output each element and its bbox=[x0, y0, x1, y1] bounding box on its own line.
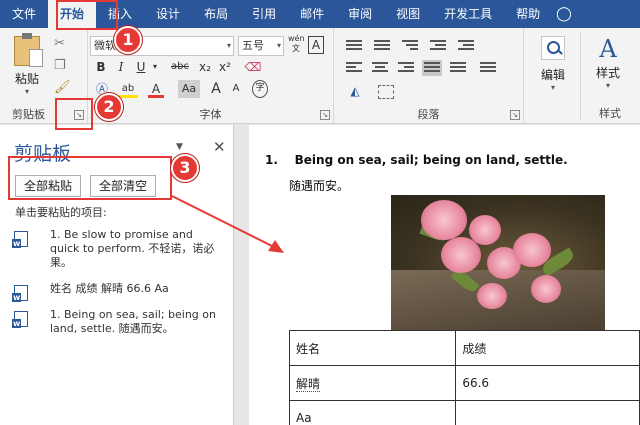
annotation-arrow bbox=[171, 195, 284, 253]
